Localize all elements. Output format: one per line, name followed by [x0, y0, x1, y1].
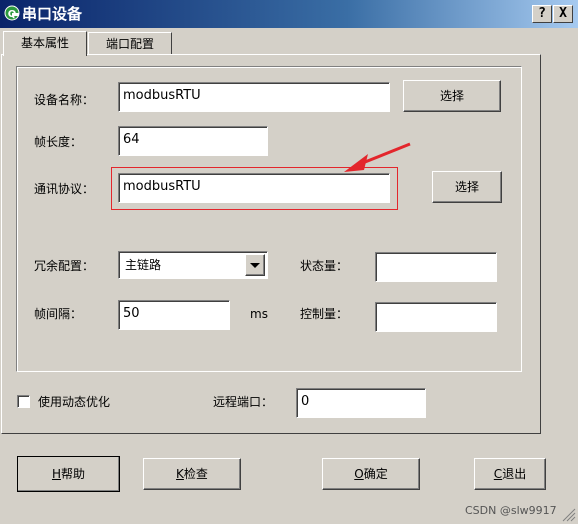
- help-button-text: 帮助: [61, 467, 86, 481]
- ok-button-key: O: [354, 467, 364, 481]
- ok-button[interactable]: O确定: [322, 458, 420, 490]
- frame-length-input[interactable]: 64: [118, 126, 268, 156]
- dropdown-button[interactable]: [245, 254, 265, 276]
- status-var-input[interactable]: [375, 252, 497, 282]
- protocol-select-button[interactable]: 选择: [432, 171, 502, 203]
- check-button-key: K: [176, 467, 184, 481]
- tab-port-config[interactable]: 端口配置: [88, 32, 172, 54]
- title-bar[interactable]: Q 串口设备 ? X: [0, 0, 578, 28]
- control-var-label: 控制量：: [300, 307, 349, 321]
- tab-basic-properties[interactable]: 基本属性: [3, 31, 87, 56]
- help-button[interactable]: H帮助: [17, 456, 120, 492]
- check-button[interactable]: K检查: [143, 458, 241, 490]
- ok-button-text: 确定: [363, 467, 388, 481]
- app-icon: Q: [4, 5, 20, 21]
- redundancy-combo-value: 主链路: [125, 258, 162, 272]
- help-button-key: H: [51, 467, 61, 481]
- dynamic-opt-label: 使用动态优化: [38, 395, 111, 409]
- resize-grip-icon[interactable]: [562, 508, 576, 522]
- device-name-input[interactable]: modbusRTU: [118, 82, 390, 112]
- cancel-button-text: 退出: [502, 467, 527, 481]
- frame-length-label: 帧长度：: [34, 135, 83, 149]
- redundancy-label: 冗余配置：: [34, 259, 95, 273]
- frame-interval-label: 帧间隔：: [34, 307, 83, 321]
- cancel-button-key: C: [493, 467, 503, 481]
- dynamic-opt-checkbox[interactable]: [17, 395, 30, 408]
- annotation-arrow-icon: [344, 142, 411, 172]
- window-title: 串口设备: [22, 5, 83, 23]
- device-name-label: 设备名称：: [34, 93, 95, 107]
- cancel-button[interactable]: C退出: [474, 458, 546, 490]
- close-title-button[interactable]: X: [553, 5, 573, 23]
- svg-text:Q: Q: [8, 9, 17, 20]
- help-title-button[interactable]: ?: [532, 5, 552, 23]
- control-var-input[interactable]: [375, 302, 497, 332]
- remote-port-input[interactable]: 0: [296, 388, 426, 418]
- frame-interval-unit: ms: [250, 307, 268, 321]
- status-var-label: 状态量：: [300, 259, 349, 273]
- frame-interval-input[interactable]: 50: [118, 300, 230, 330]
- protocol-label: 通讯协议：: [34, 182, 95, 196]
- remote-port-label: 远程端口：: [213, 395, 274, 409]
- redundancy-combo[interactable]: 主链路: [118, 251, 268, 279]
- device-name-select-button[interactable]: 选择: [403, 80, 501, 112]
- watermark: CSDN @slw9917: [465, 504, 557, 517]
- chevron-down-icon: [250, 263, 260, 268]
- check-button-text: 检查: [183, 467, 208, 481]
